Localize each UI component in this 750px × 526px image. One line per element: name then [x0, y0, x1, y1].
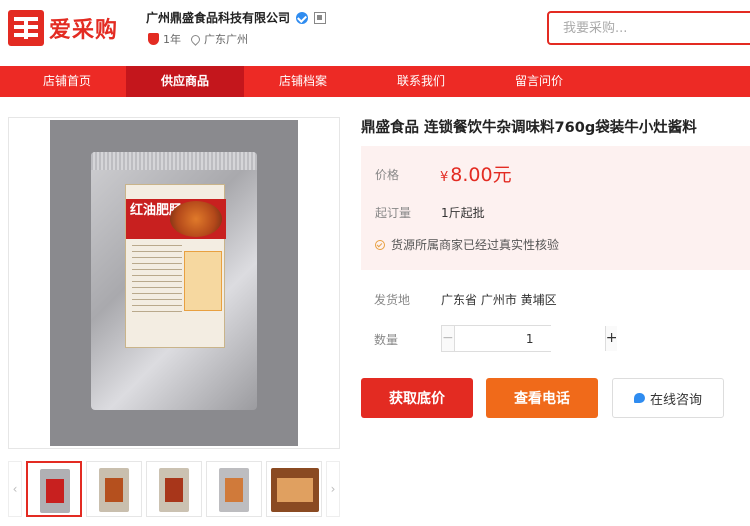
label-text-lines [132, 245, 182, 315]
company-name-row: 广州鼎盛食品科技有限公司 [146, 9, 327, 26]
price-value: ¥8.00元 [440, 160, 512, 187]
product-main-image[interactable]: 红油肥肠 [8, 117, 340, 449]
nav-leave-message[interactable]: 留言问价 [480, 66, 598, 97]
currency-symbol: ¥ [440, 170, 449, 185]
ship-from-value: 广东省 广州市 黄埔区 [441, 293, 557, 307]
thumb-label [277, 478, 313, 502]
package-label: 红油肥肠 [125, 184, 226, 348]
thumbnail-3[interactable] [146, 461, 202, 517]
verification-notice: 货源所属商家已经过真实性核验 [375, 236, 559, 253]
thumb-label [105, 478, 123, 502]
ship-from-label: 发货地 [374, 293, 411, 307]
food-bowl-illustration [170, 201, 222, 237]
net-weight-badge [184, 251, 222, 311]
verification-text: 货源所属商家已经过真实性核验 [391, 238, 560, 252]
thumb-label [165, 478, 183, 502]
header: 爱采购 广州鼎盛食品科技有限公司 1年 广东广州 [0, 0, 750, 66]
nav-products[interactable]: 供应商品 [126, 66, 244, 97]
quantity-label: 数量 [374, 333, 399, 347]
thumbnail-2[interactable] [86, 461, 142, 517]
thumb-label [225, 478, 243, 502]
check-circle-icon [375, 239, 385, 250]
store-nav: 店铺首页 供应商品 店铺档案 联系我们 留言问价 [0, 66, 750, 97]
get-lowest-price-button[interactable]: 获取底价 [361, 378, 473, 418]
quantity-minus-button[interactable]: − [442, 326, 455, 351]
thumbnail-strip: ‹ › [8, 459, 340, 519]
thumb-label [46, 479, 64, 503]
company-meta: 1年 广东广州 [148, 31, 248, 47]
price-panel: 价格 ¥8.00元 起订量 1斤起批 货源所属商家已经过真实性核验 [361, 146, 750, 270]
thumb-prev-arrow[interactable]: ‹ [8, 461, 22, 517]
price-label: 价格 [375, 168, 400, 182]
company-name[interactable]: 广州鼎盛食品科技有限公司 [146, 9, 290, 26]
package-label-title: 红油肥肠 [130, 203, 183, 218]
thumbnail-1[interactable] [26, 461, 82, 517]
member-years: 1年 [163, 33, 181, 46]
thumbnail-5[interactable] [266, 461, 322, 517]
moq-value: 1斤起批 [441, 206, 485, 220]
view-phone-button[interactable]: 查看电话 [486, 378, 598, 418]
nav-store-profile[interactable]: 店铺档案 [244, 66, 362, 97]
qr-code-icon[interactable] [314, 11, 327, 24]
pouch-seal [91, 152, 257, 170]
logo-text: 爱采购 [49, 18, 119, 43]
moq-label: 起订量 [375, 206, 412, 220]
location-pin-icon [189, 32, 202, 46]
quantity-plus-button[interactable]: + [604, 326, 618, 351]
product-title: 鼎盛食品 连锁餐饮牛杂调味料760g袋装牛小灶酱料 [361, 120, 697, 136]
shield-icon [148, 33, 159, 45]
nav-store-home[interactable]: 店铺首页 [8, 66, 126, 97]
quantity-input[interactable] [454, 326, 605, 351]
price-amount: 8.00元 [450, 164, 512, 186]
verified-icon [296, 11, 309, 24]
thumbnail-4[interactable] [206, 461, 262, 517]
aicaigou-logo[interactable]: 爱采购 [8, 10, 126, 46]
thumb-next-arrow[interactable]: › [326, 461, 340, 517]
online-chat-button[interactable]: 在线咨询 [612, 378, 724, 418]
quantity-stepper: − + [441, 325, 618, 352]
logo-icon [8, 10, 44, 46]
search-input[interactable] [547, 11, 750, 45]
nav-contact-us[interactable]: 联系我们 [362, 66, 480, 97]
company-location: 广东广州 [204, 33, 248, 46]
chat-bubble-icon [633, 393, 645, 403]
online-chat-label: 在线咨询 [649, 392, 702, 408]
